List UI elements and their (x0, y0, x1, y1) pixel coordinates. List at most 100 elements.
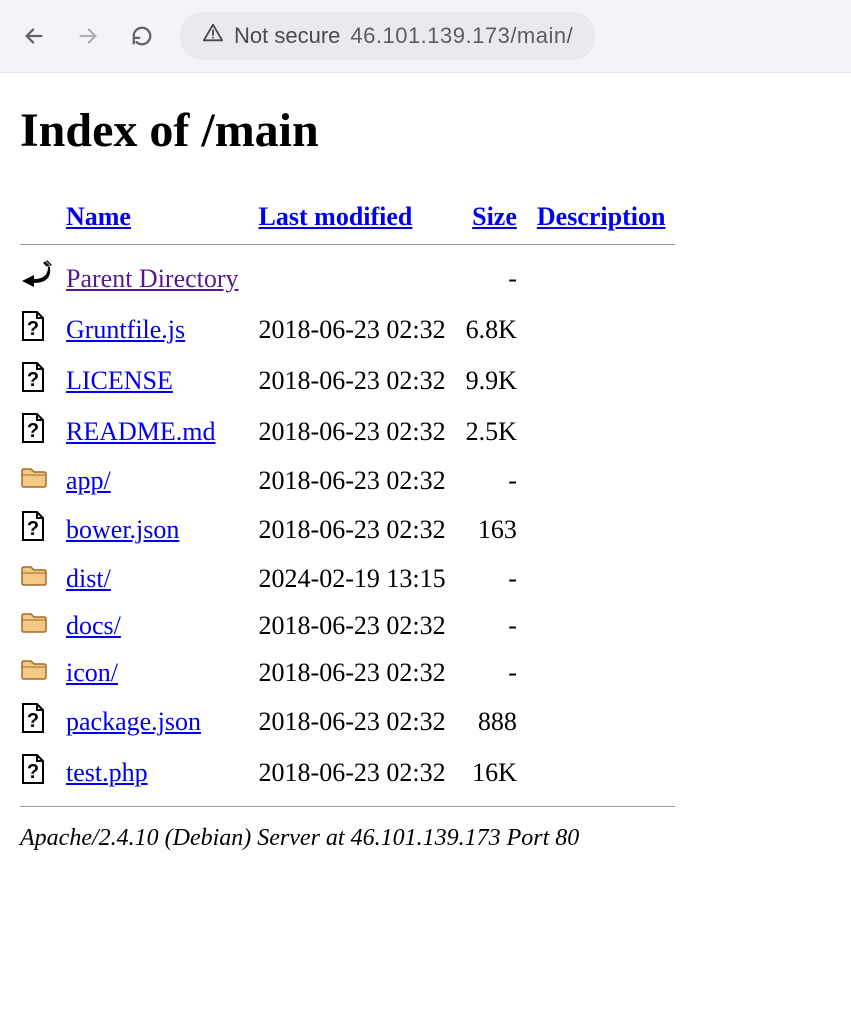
row-modified-cell: 2018-06-23 02:32 (249, 696, 456, 747)
row-description-cell (527, 504, 676, 555)
table-row: ? bower.json 2018-06-23 02:32163 (20, 504, 675, 555)
not-secure-icon (202, 22, 224, 50)
url-text: 46.101.139.173/main/ (350, 23, 573, 49)
row-modified-cell: 2018-06-23 02:32 (249, 355, 456, 406)
reload-button[interactable] (126, 20, 158, 52)
unknown-file-icon: ? (20, 310, 46, 342)
row-description-cell (527, 649, 676, 696)
row-modified-cell: 2018-06-23 02:32 (249, 406, 456, 457)
row-icon-cell: ? (20, 696, 56, 747)
row-name-cell: docs/ (56, 602, 249, 649)
table-row: ? README.md 2018-06-23 02:322.5K (20, 406, 675, 457)
row-icon-cell (20, 457, 56, 504)
row-name-cell: Parent Directory (56, 253, 249, 304)
row-icon-cell: ? (20, 747, 56, 798)
row-icon-cell (20, 649, 56, 696)
row-modified-cell: 2018-06-23 02:32 (249, 649, 456, 696)
table-row: ? package.json 2018-06-23 02:32888 (20, 696, 675, 747)
row-icon-cell (20, 253, 56, 304)
row-name-cell: app/ (56, 457, 249, 504)
row-name-cell: Gruntfile.js (56, 304, 249, 355)
row-size-cell: 16K (456, 747, 527, 798)
row-size-cell: - (456, 649, 527, 696)
unknown-file-icon: ? (20, 753, 46, 785)
not-secure-label: Not secure (234, 23, 340, 49)
row-modified-cell: 2018-06-23 02:32 (249, 304, 456, 355)
unknown-file-icon: ? (20, 510, 46, 542)
row-size-cell: - (456, 555, 527, 602)
header-size[interactable]: Size (456, 198, 527, 236)
row-name-cell: README.md (56, 406, 249, 457)
row-description-cell (527, 696, 676, 747)
row-modified-cell: 2018-06-23 02:32 (249, 504, 456, 555)
file-link[interactable]: app/ (66, 466, 111, 495)
header-icon (20, 198, 56, 236)
back-button[interactable] (18, 20, 50, 52)
page-title: Index of /main (20, 103, 831, 158)
table-row: ? Gruntfile.js 2018-06-23 02:326.8K (20, 304, 675, 355)
row-description-cell (527, 355, 676, 406)
forward-button[interactable] (72, 20, 104, 52)
header-row: Name Last modified Size Description (20, 198, 675, 236)
row-description-cell (527, 457, 676, 504)
divider (20, 806, 675, 807)
row-size-cell: 9.9K (456, 355, 527, 406)
row-description-cell (527, 747, 676, 798)
row-description-cell (527, 406, 676, 457)
page-body: Index of /main Name Last modified Size D… (0, 73, 851, 892)
table-row: icon/2018-06-23 02:32- (20, 649, 675, 696)
row-name-cell: LICENSE (56, 355, 249, 406)
header-name[interactable]: Name (56, 198, 249, 236)
file-link[interactable]: icon/ (66, 658, 118, 687)
row-size-cell: 163 (456, 504, 527, 555)
row-name-cell: test.php (56, 747, 249, 798)
svg-text:?: ? (27, 710, 39, 732)
file-link[interactable]: test.php (66, 758, 148, 787)
row-icon-cell: ? (20, 406, 56, 457)
row-modified-cell: 2024-02-19 13:15 (249, 555, 456, 602)
unknown-file-icon: ? (20, 412, 46, 444)
unknown-file-icon: ? (20, 702, 46, 734)
server-footer: Apache/2.4.10 (Debian) Server at 46.101.… (20, 825, 831, 852)
svg-text:?: ? (27, 420, 39, 442)
row-description-cell (527, 602, 676, 649)
file-link[interactable]: README.md (66, 417, 216, 446)
row-size-cell: 888 (456, 696, 527, 747)
file-link[interactable]: package.json (66, 707, 201, 736)
address-bar[interactable]: Not secure 46.101.139.173/main/ (180, 12, 595, 60)
file-link[interactable]: dist/ (66, 564, 111, 593)
row-icon-cell: ? (20, 304, 56, 355)
row-description-cell (527, 304, 676, 355)
row-modified-cell: 2018-06-23 02:32 (249, 602, 456, 649)
svg-text:?: ? (27, 369, 39, 391)
table-row: dist/2024-02-19 13:15- (20, 555, 675, 602)
row-size-cell: - (456, 253, 527, 304)
row-icon-cell: ? (20, 504, 56, 555)
file-link[interactable]: Gruntfile.js (66, 315, 185, 344)
folder-icon (20, 463, 46, 495)
row-name-cell: icon/ (56, 649, 249, 696)
directory-listing: Name Last modified Size Description Pare… (20, 198, 675, 815)
file-link[interactable]: bower.json (66, 515, 179, 544)
row-name-cell: dist/ (56, 555, 249, 602)
header-description[interactable]: Description (527, 198, 676, 236)
divider (20, 244, 675, 245)
svg-text:?: ? (27, 761, 39, 783)
svg-text:?: ? (27, 518, 39, 540)
header-last-modified[interactable]: Last modified (249, 198, 456, 236)
browser-toolbar: Not secure 46.101.139.173/main/ (0, 0, 851, 73)
row-modified-cell (249, 253, 456, 304)
file-link[interactable]: docs/ (66, 611, 121, 640)
row-size-cell: 2.5K (456, 406, 527, 457)
table-row: Parent Directory - (20, 253, 675, 304)
folder-icon (20, 561, 46, 593)
folder-icon (20, 655, 46, 687)
row-description-cell (527, 253, 676, 304)
row-size-cell: 6.8K (456, 304, 527, 355)
row-modified-cell: 2018-06-23 02:32 (249, 457, 456, 504)
row-icon-cell (20, 555, 56, 602)
file-link[interactable]: Parent Directory (66, 264, 239, 293)
row-name-cell: package.json (56, 696, 249, 747)
table-row: app/2018-06-23 02:32- (20, 457, 675, 504)
file-link[interactable]: LICENSE (66, 366, 173, 395)
